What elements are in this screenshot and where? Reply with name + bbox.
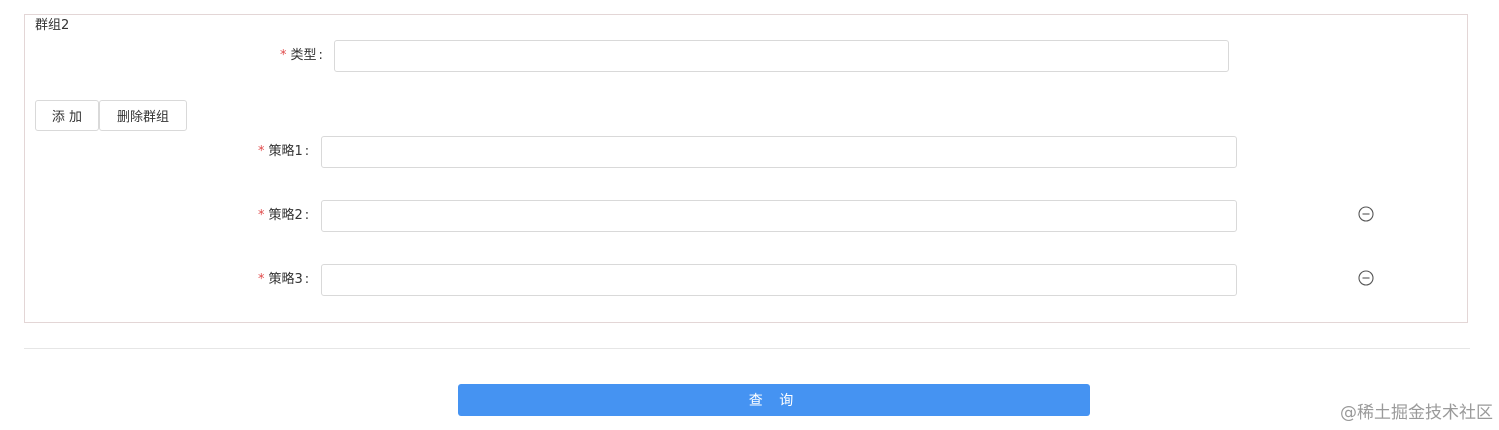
strategy-2-label: * 策略2: bbox=[258, 207, 309, 225]
type-label-text: 类型 bbox=[290, 48, 317, 63]
delete-group-button[interactable]: 删除群组 bbox=[99, 100, 187, 131]
label-colon: : bbox=[304, 272, 310, 287]
label-colon: : bbox=[318, 48, 323, 63]
strategy-1-label-text: 策略1 bbox=[268, 144, 303, 159]
required-mark: * bbox=[258, 272, 265, 287]
required-mark: * bbox=[258, 144, 265, 159]
strategy-3-input[interactable] bbox=[321, 264, 1237, 296]
query-button[interactable]: 查 询 bbox=[458, 384, 1090, 416]
strategy-2-label-text: 策略2 bbox=[268, 208, 303, 223]
strategy-2-input[interactable] bbox=[321, 200, 1237, 232]
minus-circle-icon[interactable] bbox=[1358, 270, 1374, 286]
group-title: 群组2 bbox=[35, 18, 70, 33]
watermark-credit: @稀土掘金技术社区 bbox=[1340, 403, 1493, 423]
add-button[interactable]: 添 加 bbox=[35, 100, 99, 131]
strategy-1-input[interactable] bbox=[321, 136, 1237, 168]
required-mark: * bbox=[258, 208, 265, 223]
label-colon: : bbox=[304, 208, 310, 223]
form-page: 群组2 * 类型: 添 加 删除群组 * 策略1: * 策略2: * 策略3: 查 询 … bbox=[0, 0, 1499, 430]
type-input[interactable] bbox=[334, 40, 1229, 72]
type-field-label: * 类型: bbox=[280, 47, 323, 65]
required-mark: * bbox=[280, 48, 287, 63]
strategy-3-label-text: 策略3 bbox=[268, 272, 303, 287]
strategy-3-label: * 策略3: bbox=[258, 271, 309, 289]
strategy-1-label: * 策略1: bbox=[258, 143, 309, 161]
divider bbox=[24, 348, 1470, 349]
label-colon: : bbox=[304, 144, 310, 159]
minus-circle-icon[interactable] bbox=[1358, 206, 1374, 222]
